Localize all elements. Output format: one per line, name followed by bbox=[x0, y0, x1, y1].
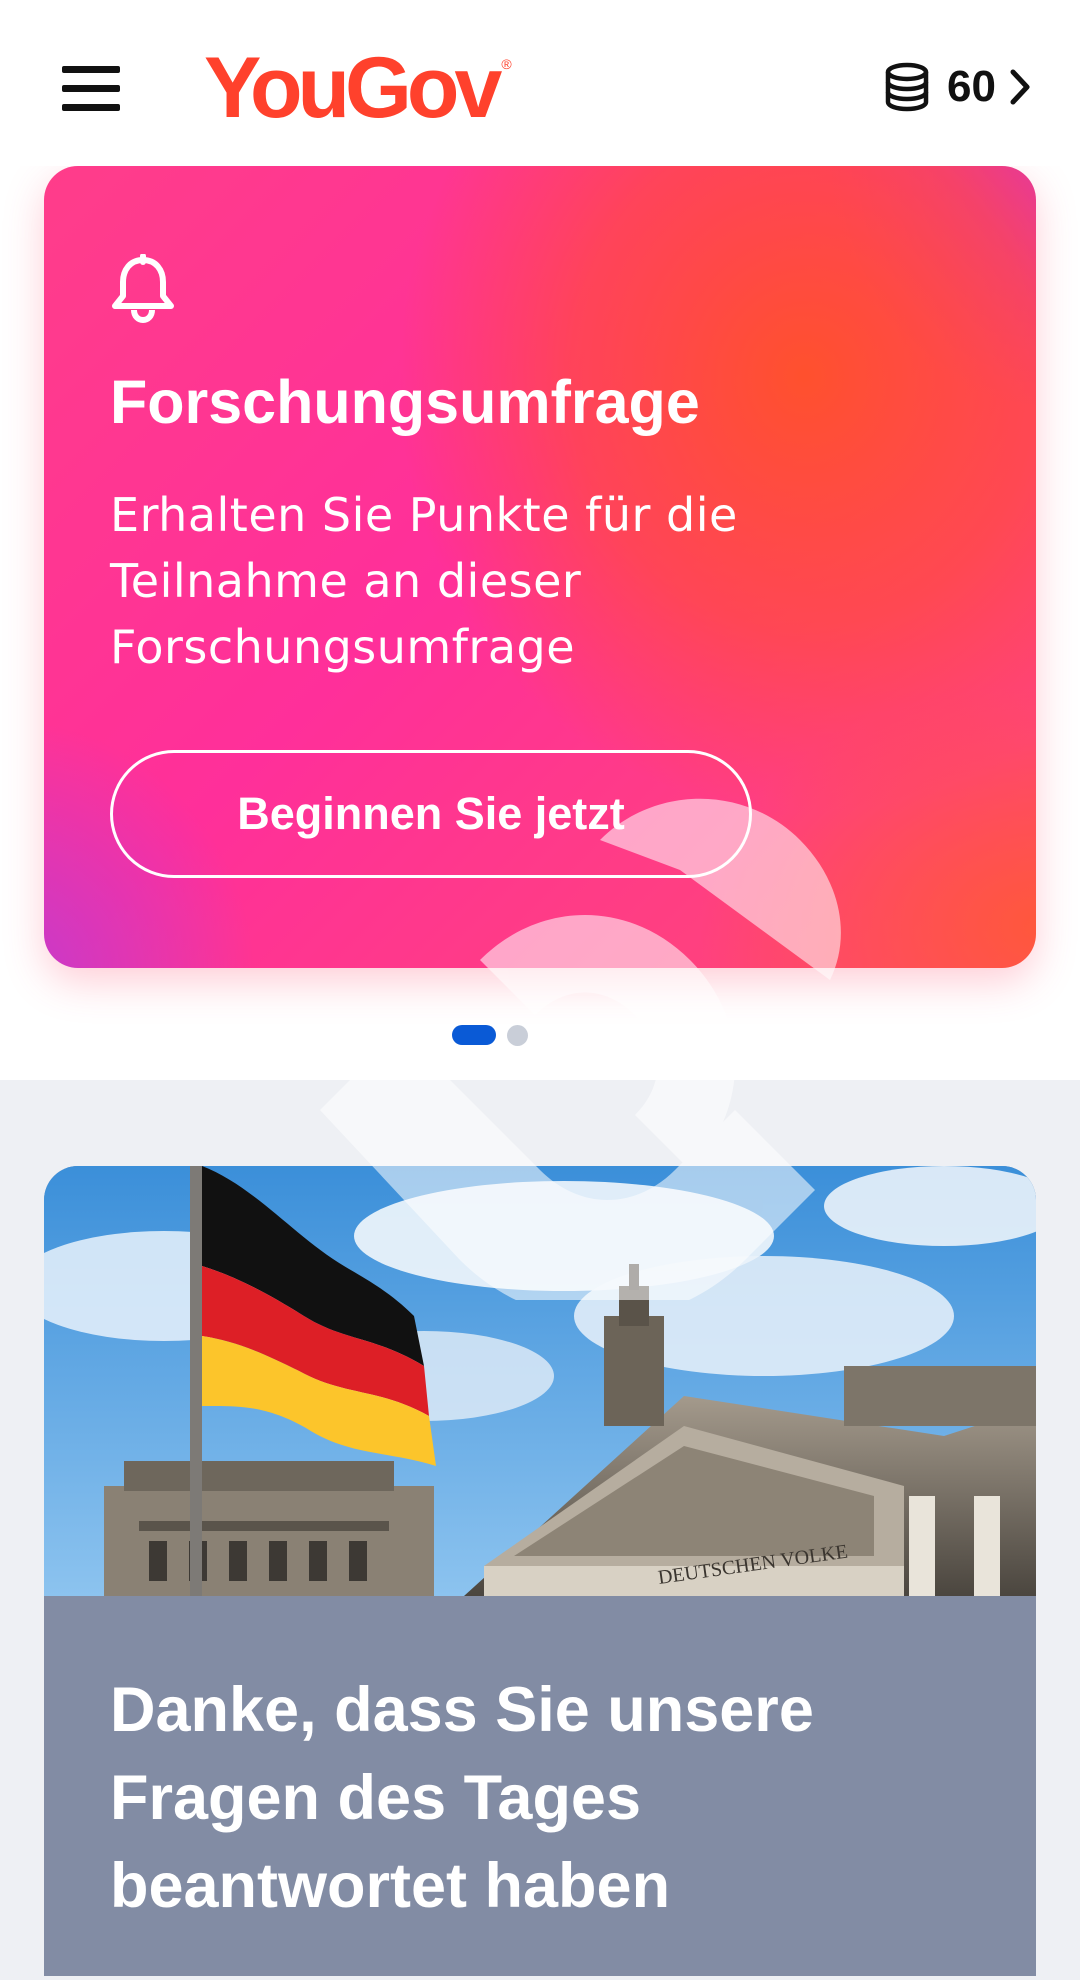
daily-questions-card[interactable]: DEUTSCHEN VOLKE Danke, dass Sie unsere F… bbox=[44, 1166, 1036, 1976]
carousel-dot[interactable] bbox=[507, 1025, 528, 1046]
registered-mark: ® bbox=[501, 56, 512, 72]
yougov-logo[interactable]: YouGov ® bbox=[204, 40, 512, 136]
chevron-right-icon bbox=[1010, 69, 1030, 105]
research-survey-card[interactable]: Forschungsumfrage Erhalten Sie Punkte fü… bbox=[44, 166, 1036, 968]
promo-description: Erhalten Sie Punkte für die Teilnahme an… bbox=[110, 488, 738, 674]
coins-icon bbox=[885, 62, 929, 112]
news-title: Danke, dass Sie unsere Fragen des Tages … bbox=[110, 1675, 814, 1921]
german-flag-reichstag-photo: DEUTSCHEN VOLKE bbox=[44, 1166, 1036, 1596]
promo-title: Forschungsumfrage bbox=[110, 368, 700, 436]
points-value: 60 bbox=[947, 62, 996, 111]
hamburger-menu-icon[interactable] bbox=[56, 58, 126, 120]
points-balance-link[interactable]: 60 bbox=[883, 56, 1032, 118]
app-header: YouGov ® 60 bbox=[0, 0, 1080, 166]
menu-line bbox=[62, 104, 120, 111]
logo-text: YouGov bbox=[204, 40, 502, 136]
menu-line bbox=[62, 66, 120, 73]
start-survey-button[interactable]: Beginnen Sie jetzt bbox=[110, 750, 752, 878]
feed-section: DEUTSCHEN VOLKE Danke, dass Sie unsere F… bbox=[0, 1080, 1080, 1980]
carousel-dot-active[interactable] bbox=[452, 1025, 496, 1045]
bell-icon bbox=[112, 254, 174, 324]
carousel-indicator bbox=[0, 1024, 1080, 1048]
menu-line bbox=[62, 85, 120, 92]
